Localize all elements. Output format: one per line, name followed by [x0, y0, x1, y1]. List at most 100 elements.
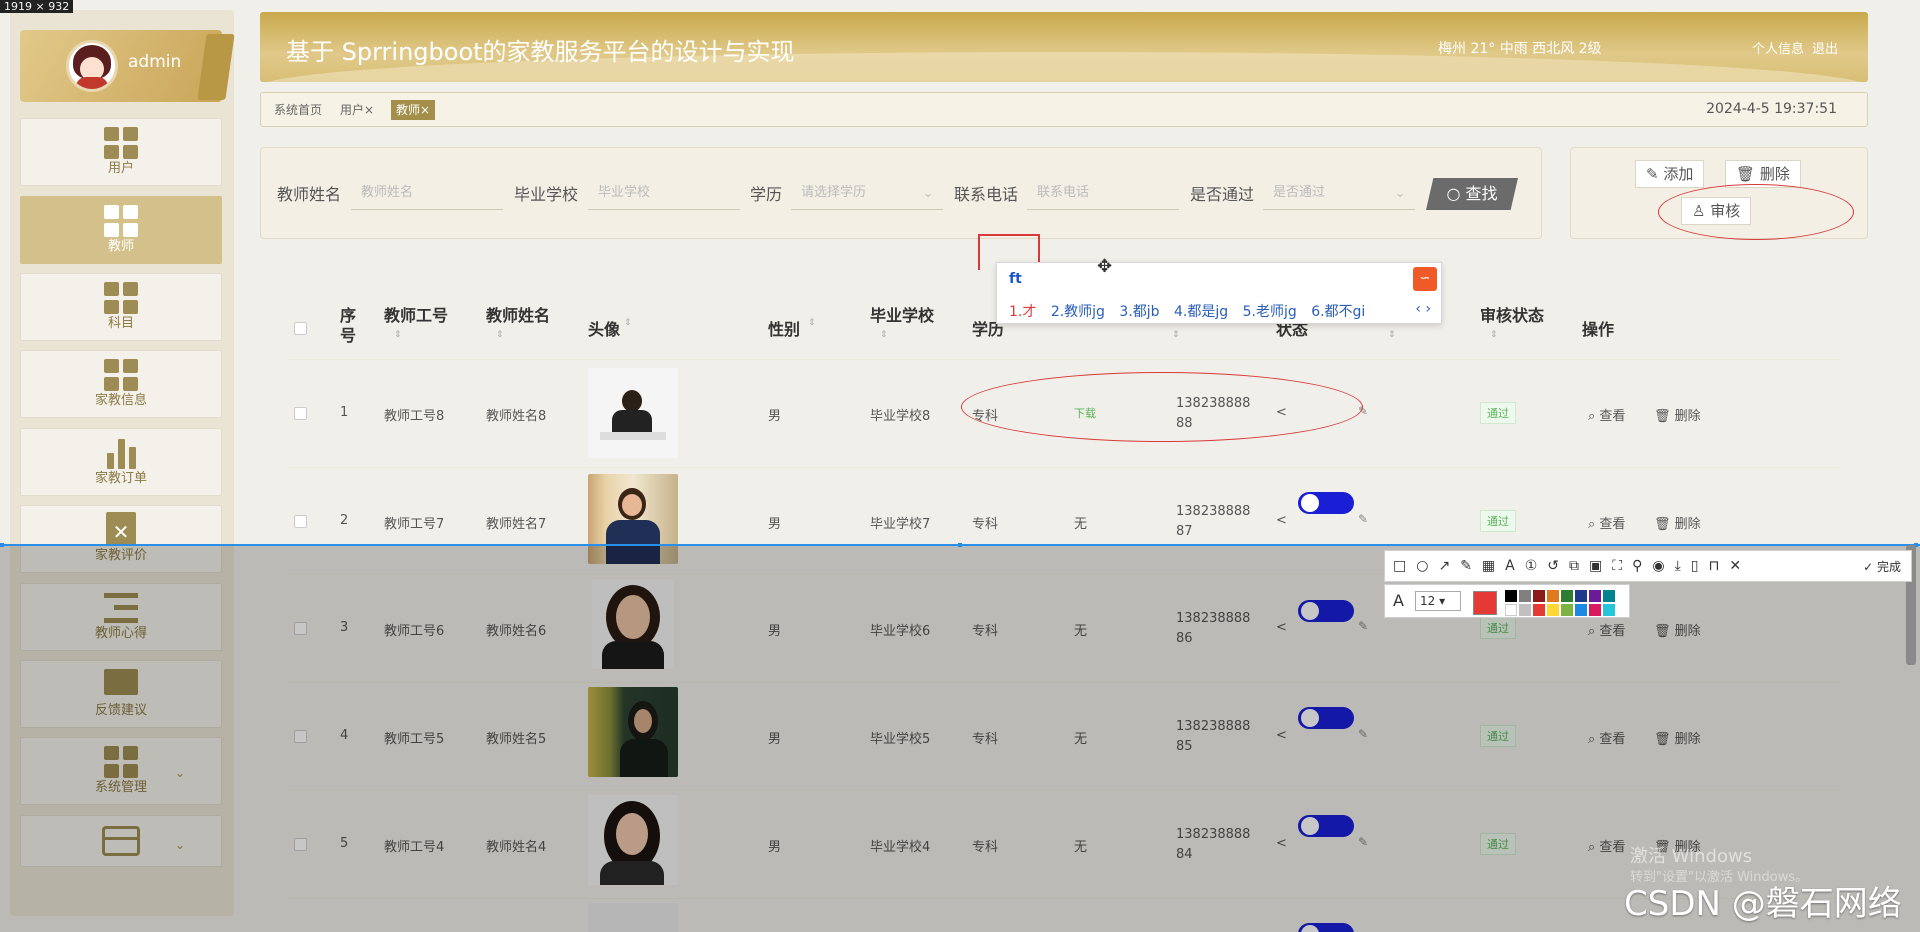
color-swatch[interactable]	[1533, 604, 1545, 616]
sidebar-item-users[interactable]: 用户	[20, 118, 222, 186]
teacher-name-input[interactable]	[351, 176, 503, 210]
profile-link[interactable]: 个人信息	[1752, 38, 1804, 57]
ime-candidate[interactable]: 3.都jb	[1119, 304, 1159, 320]
color-swatch[interactable]	[1603, 590, 1615, 602]
color-swatch[interactable]	[1505, 604, 1517, 616]
pencil-icon[interactable]: ✎	[1358, 512, 1368, 526]
done-button[interactable]: ✓ 完成	[1863, 558, 1901, 575]
sort-icon[interactable]: ⇕	[496, 330, 504, 340]
color-swatch[interactable]	[1547, 590, 1559, 602]
tab-home[interactable]: 系统首页	[269, 100, 327, 120]
avatar	[66, 40, 118, 92]
delete-button-label: 删除	[1759, 165, 1790, 183]
color-swatch[interactable]	[1519, 590, 1531, 602]
rectangle-tool-icon[interactable]: □	[1393, 558, 1406, 574]
download-icon[interactable]: ⤓	[1675, 558, 1681, 574]
color-swatch[interactable]	[1547, 604, 1559, 616]
education-select[interactable]: 请选择学历 ⌄	[791, 176, 943, 210]
datetime: 2024-4-5 19:37:51	[1706, 101, 1837, 117]
translate-icon[interactable]: ▣	[1589, 558, 1602, 574]
row-delete-button[interactable]: 🗑 删除	[1654, 405, 1701, 424]
header-school[interactable]: 毕业学校	[870, 302, 934, 326]
current-color-swatch[interactable]	[1473, 591, 1497, 615]
sort-icon[interactable]: ⇕	[1490, 330, 1498, 340]
color-swatch[interactable]	[1519, 604, 1531, 616]
capture-handle[interactable]	[958, 543, 962, 547]
row-phone: 138238888 87	[1176, 504, 1251, 539]
sidebar-item-subjects[interactable]: 科目	[20, 273, 222, 341]
pen-tool-icon[interactable]: ✎	[1460, 558, 1472, 574]
text-tool-icon[interactable]: A	[1505, 558, 1515, 574]
capture-handle[interactable]	[0, 543, 4, 547]
color-swatch[interactable]	[1505, 590, 1517, 602]
search-icon: ⌕	[1588, 409, 1600, 424]
share-icon[interactable]: <	[1276, 513, 1287, 528]
view-button[interactable]: ⌕ 查看	[1588, 513, 1625, 532]
sort-icon[interactable]: ⇕	[1172, 330, 1180, 340]
search-button-label: 查找	[1465, 184, 1498, 203]
chevron-down-icon: ⌄	[1394, 186, 1405, 200]
sidebar-item-label: 教师	[107, 239, 134, 254]
phone-input[interactable]	[1027, 176, 1179, 210]
header-teacher-no[interactable]: 教师工号	[384, 302, 448, 326]
sort-icon[interactable]: ⇕	[394, 330, 402, 340]
ime-page-nav[interactable]: ‹ ›	[1415, 301, 1431, 317]
ime-candidate[interactable]: 4.都是jg	[1174, 304, 1228, 320]
fullscreen-icon[interactable]: ⛶	[1612, 558, 1622, 574]
sidebar-item-teachers[interactable]: 教师	[20, 196, 222, 264]
bookmark-icon[interactable]: ⊓	[1708, 558, 1719, 574]
view-label: 查看	[1599, 409, 1626, 424]
font-size-value: 12	[1420, 594, 1436, 608]
sidebar-item-tutoring-info[interactable]: 家教信息	[20, 350, 222, 418]
header-teacher-name[interactable]: 教师姓名	[486, 302, 550, 326]
color-swatch[interactable]	[1561, 604, 1573, 616]
number-tool-icon[interactable]: ①	[1525, 558, 1538, 574]
ime-logo-icon[interactable]: ∽	[1413, 267, 1437, 291]
search-button[interactable]: ○ 查找	[1426, 178, 1518, 210]
approved-select[interactable]: 是否通过 ⌄	[1263, 176, 1415, 210]
ime-candidate[interactable]: 5.老师jg	[1243, 304, 1297, 320]
select-all-checkbox[interactable]	[294, 322, 307, 335]
color-swatch[interactable]	[1575, 590, 1587, 602]
sort-icon[interactable]: ⇕	[880, 330, 888, 340]
color-swatch[interactable]	[1603, 604, 1615, 616]
logout-link[interactable]: 退出	[1812, 38, 1838, 57]
ime-candidate[interactable]: 6.都不gi	[1311, 304, 1365, 320]
audit-badge: 通过	[1480, 510, 1516, 532]
school-input[interactable]	[588, 176, 740, 210]
ime-candidate[interactable]: 1.才	[1009, 304, 1036, 320]
color-swatch[interactable]	[1561, 590, 1573, 602]
ellipse-tool-icon[interactable]: ○	[1416, 558, 1428, 574]
ocr-icon[interactable]: ⧉	[1569, 558, 1579, 574]
close-icon[interactable]: ✕	[1729, 558, 1741, 574]
mosaic-tool-icon[interactable]: ▦	[1482, 558, 1495, 574]
row-checkbox[interactable]	[294, 407, 307, 420]
row-delete-button[interactable]: 🗑 删除	[1654, 513, 1701, 532]
header-avatar[interactable]: 头像	[588, 316, 620, 340]
tab-users[interactable]: 用户×	[335, 100, 379, 120]
header-audit-status[interactable]: 审核状态	[1480, 302, 1544, 326]
arrow-tool-icon[interactable]: ↗	[1438, 558, 1450, 574]
ime-candidate[interactable]: 2.教师jg	[1051, 304, 1105, 320]
add-button[interactable]: ✎ 添加	[1635, 160, 1705, 188]
view-button[interactable]: ⌕ 查看	[1588, 405, 1625, 424]
trash-icon: 🗑	[1654, 517, 1675, 532]
color-swatch[interactable]	[1575, 604, 1587, 616]
record-icon[interactable]: ◉	[1652, 558, 1664, 574]
undo-icon[interactable]: ↺	[1547, 558, 1559, 574]
pin-icon[interactable]: ⚲	[1632, 558, 1642, 574]
phone-icon[interactable]: ▯	[1691, 558, 1699, 574]
sort-icon[interactable]: ⇕	[808, 318, 816, 328]
sort-icon[interactable]: ⇕	[1388, 330, 1396, 340]
ime-candidate-window[interactable]: ft ∽ 1.才 2.教师jg 3.都jb 4.都是jg 5.老师jg 6.都不…	[996, 262, 1442, 324]
header-gender[interactable]: 性别	[768, 316, 800, 340]
color-swatch[interactable]	[1589, 604, 1601, 616]
color-swatch[interactable]	[1589, 590, 1601, 602]
sidebar-item-orders[interactable]: 家教订单	[20, 428, 222, 496]
color-swatch[interactable]	[1533, 590, 1545, 602]
sort-icon[interactable]: ⇕	[624, 318, 632, 328]
row-checkbox[interactable]	[294, 515, 307, 528]
user-card[interactable]: admin	[20, 30, 235, 102]
tab-teachers[interactable]: 教师×	[391, 100, 436, 120]
font-size-select[interactable]: 12 ▾	[1415, 591, 1461, 611]
